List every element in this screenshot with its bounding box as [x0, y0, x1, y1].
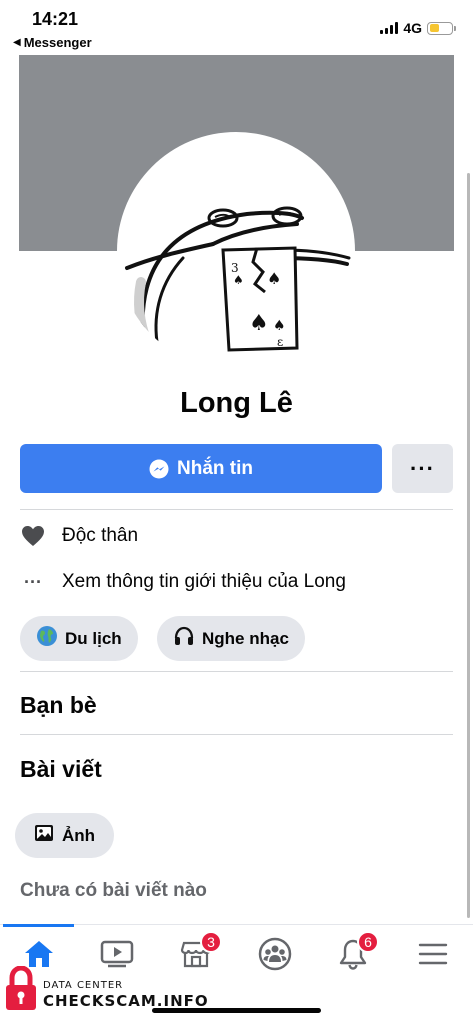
groups-icon	[258, 937, 292, 971]
tab-notifications[interactable]: 6	[335, 931, 379, 972]
signal-icon	[380, 22, 399, 34]
photos-label: Ảnh	[61, 825, 96, 845]
message-button[interactable]: Nhắn tin	[20, 444, 382, 493]
see-about-label: Xem thông tin giới thiệu của Long	[62, 571, 346, 592]
messenger-icon	[149, 459, 169, 478]
profile-avatar[interactable]: 3 ♠ ♠ ♠ ♠ ε	[117, 132, 355, 370]
hobby-chip-music[interactable]: Nghe nhạc	[157, 616, 305, 661]
svg-text:♠: ♠	[273, 318, 286, 334]
svg-text:♠: ♠	[267, 269, 281, 288]
back-app-label: Messenger	[23, 35, 92, 50]
back-to-app-link[interactable]: ◀ Messenger	[13, 35, 92, 50]
heart-icon	[20, 525, 46, 547]
profile-name: Long Lê	[180, 387, 293, 419]
network-type: 4G	[403, 20, 422, 36]
friends-section-title[interactable]: Bạn bè	[20, 692, 97, 719]
svg-text:♠: ♠	[233, 273, 244, 287]
hobby-label: Nghe nhạc	[202, 628, 289, 648]
tab-menu[interactable]	[415, 936, 451, 972]
marketplace-badge: 3	[200, 931, 222, 953]
status-bar: 14:21 ◀ Messenger 4G	[0, 0, 473, 54]
photos-button[interactable]: Ảnh	[15, 813, 114, 858]
see-about-link[interactable]: ··· Xem thông tin giới thiệu của Long	[20, 571, 346, 593]
more-options-button[interactable]: ···	[392, 444, 453, 493]
svg-text:ε: ε	[277, 335, 283, 349]
battery-icon	[427, 21, 456, 35]
message-button-label: Nhắn tin	[177, 457, 253, 479]
posts-section-title: Bài viết	[20, 756, 102, 782]
hobby-label: Du lịch	[65, 628, 122, 648]
notifications-badge: 6	[357, 931, 379, 953]
status-time: 14:21	[32, 9, 79, 29]
status-indicators: 4G	[380, 20, 456, 36]
headphones-icon	[173, 625, 195, 652]
video-icon	[100, 940, 134, 968]
no-posts-message: Chưa có bài viết nào	[20, 880, 207, 901]
svg-text:♠: ♠	[249, 311, 269, 336]
divider	[20, 509, 453, 510]
more-dots-icon: ···	[410, 455, 435, 481]
scrollbar[interactable]	[467, 173, 470, 918]
relationship-label: Độc thân	[62, 525, 139, 546]
watermark-line1: DATA CENTER	[43, 980, 124, 991]
hobby-chip-travel[interactable]: Du lịch	[20, 616, 138, 661]
back-arrow-icon: ◀	[13, 37, 21, 48]
home-indicator	[152, 1008, 321, 1013]
lock-icon	[6, 966, 36, 1010]
relationship-status: Độc thân	[20, 525, 138, 547]
photo-icon	[34, 824, 54, 847]
battery-fill	[429, 24, 439, 32]
active-tab-indicator	[3, 924, 74, 927]
ellipsis-icon: ···	[24, 571, 42, 592]
globe-icon	[36, 625, 58, 652]
menu-icon	[418, 943, 448, 965]
home-icon	[25, 941, 53, 967]
avatar-drawing: 3 ♠ ♠ ♠ ♠ ε	[125, 206, 351, 352]
divider	[20, 671, 453, 672]
divider	[20, 734, 453, 735]
tab-groups[interactable]	[257, 936, 293, 972]
